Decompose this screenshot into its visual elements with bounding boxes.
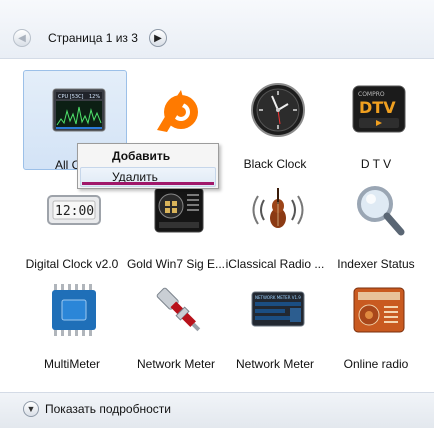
gadget-label: D T V	[360, 157, 392, 171]
gadget-label: MultiMeter	[43, 357, 100, 371]
show-details-button[interactable]: ▼	[23, 401, 39, 417]
gadget-tile-black-clock[interactable]: Black Clock	[223, 70, 327, 171]
gadget-gallery: CPU [53C] 12% All CPU Black Clock COMPRO…	[0, 58, 434, 392]
network-plug-icon	[151, 282, 207, 338]
gadget-label: Online radio	[343, 357, 409, 371]
violin-icon	[250, 182, 306, 238]
radio-icon	[351, 282, 407, 338]
network-meter-title: NETWORK METER V1.9	[255, 295, 301, 300]
chevron-right-icon: ▶	[154, 32, 162, 44]
gadget-tile-iclassical-radio[interactable]: iClassical Radio ...	[223, 170, 327, 271]
avast-icon	[151, 82, 207, 138]
pager-bar	[0, 0, 434, 59]
chevron-left-icon: ◀	[18, 32, 26, 44]
gadget-label: Digital Clock v2.0	[25, 257, 119, 271]
dtv-name: DTV	[359, 98, 396, 117]
chevron-down-icon: ▼	[26, 404, 36, 414]
dtv-icon: COMPRO DTV	[351, 82, 407, 138]
show-details-label[interactable]: Показать подробности	[45, 402, 171, 416]
gadget-label: Black Clock	[243, 157, 307, 171]
menu-underline	[82, 182, 214, 185]
previous-page-button[interactable]: ◀	[13, 29, 31, 47]
dtv-brand: COMPRO	[358, 91, 385, 98]
gadget-label: Gold Win7 Sig E...	[126, 257, 226, 271]
cpu-gadget-title: CPU [53C]	[58, 94, 84, 100]
magnifier-icon	[351, 182, 407, 238]
digital-clock-time: 12:00	[55, 204, 94, 219]
page-indicator: Страница 1 из 3	[48, 31, 138, 45]
menu-item-add[interactable]: Добавить	[112, 149, 170, 163]
cpu-gadget-percent: 12%	[89, 94, 100, 100]
gadget-label: Indexer Status	[337, 257, 415, 271]
digital-clock-icon: 12:00	[46, 182, 102, 238]
gadget-tile-online-radio[interactable]: Online radio	[324, 270, 428, 371]
cpu-meter-icon: CPU [53C] 12%	[51, 83, 107, 139]
gadget-tile-indexer-status[interactable]: Indexer Status	[324, 170, 428, 271]
gadget-label: Network Meter	[136, 357, 216, 371]
black-clock-icon	[250, 82, 306, 138]
gold-win7-icon	[151, 182, 207, 238]
gadget-tile-network-meter-panel[interactable]: NETWORK METER V1.9 Network Meter	[223, 270, 327, 371]
gadget-tile-dtv[interactable]: COMPRO DTV D T V	[324, 70, 428, 171]
chip-icon	[46, 282, 102, 338]
gadget-tile-network-meter[interactable]: Network Meter	[124, 270, 228, 371]
gadget-tile-multimeter[interactable]: MultiMeter	[17, 270, 127, 371]
gadget-label: iClassical Radio ...	[225, 257, 325, 271]
gadget-label: Network Meter	[235, 357, 315, 371]
network-meter-panel-icon: NETWORK METER V1.9	[250, 282, 306, 338]
next-page-button[interactable]: ▶	[149, 29, 167, 47]
